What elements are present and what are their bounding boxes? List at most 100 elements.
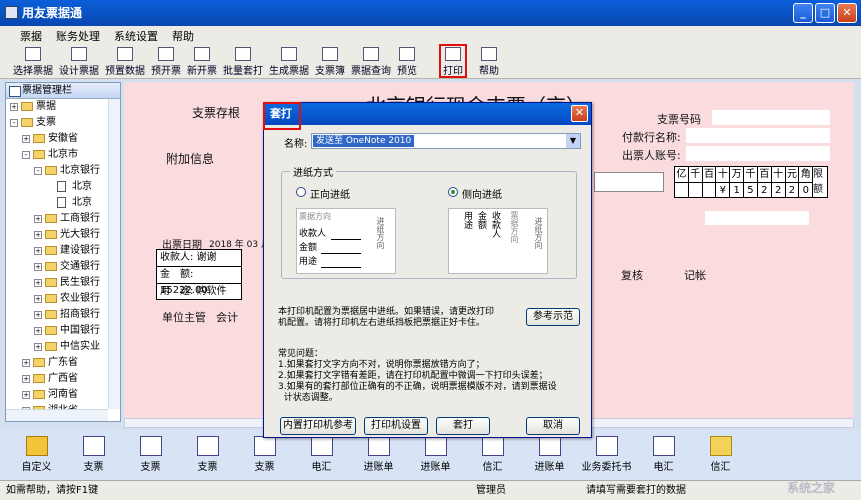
toolbar-button-3[interactable]: 预开票 (148, 45, 184, 77)
toolbar-button-label: 批量套打 (223, 66, 263, 77)
toolbar: 选择票据 设计票据 预置数据 预开票 新开票 批量套打 生成票据 支票簿 票据查询 预览 打印 帮助 (0, 44, 861, 79)
side-amount-label: 金额 (476, 211, 486, 229)
amount-digit-cell: 2 (758, 183, 772, 198)
menu-item-settings[interactable]: 系统设置 (114, 28, 158, 44)
amount-words-field[interactable] (594, 172, 664, 192)
amount-header-cell: 万 (730, 167, 745, 183)
builtin-printer-button[interactable]: 内置打印机参考 (280, 417, 356, 435)
toolbar-button-8[interactable]: 票据查询 (348, 45, 394, 77)
drawer-account-field[interactable] (686, 146, 830, 161)
printer-settings-button[interactable]: 打印机设置 (364, 417, 428, 435)
tree-item[interactable]: - 北京市 (6, 147, 120, 163)
payer-bank-field[interactable] (686, 128, 830, 143)
expand-icon[interactable]: + (34, 311, 42, 319)
cancel-button[interactable]: 取消 (526, 417, 580, 435)
collapse-icon[interactable]: - (22, 151, 30, 159)
template-button-12[interactable]: 信汇 (692, 430, 749, 480)
folder-icon (33, 150, 45, 159)
wire-transfer-icon (652, 436, 675, 456)
tree-item[interactable]: + 票据 (6, 99, 120, 115)
preview-icon (399, 47, 415, 61)
expand-icon[interactable]: + (34, 327, 42, 335)
tree-item[interactable]: + 民生银行 (6, 275, 120, 291)
feed-side-label[interactable]: 侧向进纸 (462, 186, 502, 201)
tree-item[interactable]: + 中信实业 (6, 339, 120, 355)
purpose-field[interactable] (705, 211, 809, 225)
expand-icon[interactable]: + (34, 295, 42, 303)
tree-item[interactable]: + 交通银行 (6, 259, 120, 275)
cheque-number-field[interactable] (712, 110, 830, 125)
toolbar-button-1[interactable]: 设计票据 (56, 45, 102, 77)
tree-item[interactable]: - 支票 (6, 115, 120, 131)
expand-icon[interactable]: + (22, 359, 30, 367)
expand-icon[interactable]: + (34, 343, 42, 351)
printer-name-label: 名称: (284, 139, 308, 150)
expand-icon[interactable]: + (34, 247, 42, 255)
tree-item[interactable]: + 中国银行 (6, 323, 120, 339)
tree-item[interactable]: + 招商银行 (6, 307, 120, 323)
tree-item[interactable]: + 农业银行 (6, 291, 120, 307)
expand-icon[interactable]: + (10, 103, 18, 111)
tree-item[interactable]: + 广西省 (6, 371, 120, 387)
tree-item-label: 建设银行 (60, 245, 100, 256)
toolbar-button-10[interactable]: 打印 (439, 44, 467, 78)
overlay-print-button[interactable]: 套打 (436, 417, 490, 435)
tree-item-label: 广西省 (48, 373, 78, 384)
tree-item[interactable]: 北京 (6, 179, 120, 195)
template-button-0[interactable]: 自定义 (8, 430, 65, 480)
template-button-11[interactable]: 电汇 (635, 430, 692, 480)
template-button-3[interactable]: 支票 (179, 430, 236, 480)
printer-select[interactable]: 发送至 OneNote 2010 ▼ (311, 133, 581, 149)
printer-selected-value: 发送至 OneNote 2010 (313, 135, 415, 147)
collapse-icon[interactable]: - (10, 119, 18, 127)
minimize-button[interactable]: _ (793, 3, 813, 23)
tree-item[interactable]: + 光大银行 (6, 227, 120, 243)
template-button-2[interactable]: 支票 (122, 430, 179, 480)
expand-icon[interactable]: + (34, 215, 42, 223)
folder-icon (33, 390, 45, 399)
tree-item[interactable]: + 建设银行 (6, 243, 120, 259)
amount-header-cell: 十 (716, 167, 731, 183)
feed-front-radio[interactable] (296, 187, 306, 197)
tree-item[interactable]: + 广东省 (6, 355, 120, 371)
expand-icon[interactable]: + (22, 375, 30, 383)
toolbar-button-2[interactable]: 预置数据 (102, 45, 148, 77)
dialog-close-button[interactable]: ✕ (571, 105, 588, 122)
expand-icon[interactable]: + (34, 279, 42, 287)
tree-item[interactable]: + 安徽省 (6, 131, 120, 147)
amount-digit-cell: 5 (744, 183, 758, 198)
expand-icon[interactable]: + (22, 391, 30, 399)
expand-icon[interactable]: + (22, 135, 30, 143)
tree-item[interactable]: - 北京银行 (6, 163, 120, 179)
batch-print-icon (235, 47, 251, 61)
horizontal-scrollbar[interactable] (6, 409, 108, 421)
status-hint: 请填写需要套打的数据 (586, 485, 686, 496)
bill-tree: + 票据 - 支票 + 安徽省 - 北京市 - 北京银行 北京 北京 + 工商银行 + 光大银行 + 建设银行 + 交… (6, 99, 120, 419)
demo-button[interactable]: 参考示范 (526, 308, 580, 326)
toolbar-button-7[interactable]: 支票簿 (312, 45, 348, 77)
menu-item-bills[interactable]: 票据 (20, 28, 42, 44)
vertical-scrollbar[interactable] (108, 99, 120, 409)
toolbar-button-11[interactable]: 帮助 (476, 45, 502, 77)
toolbar-button-0[interactable]: 选择票据 (10, 45, 56, 77)
close-button[interactable]: ✕ (837, 3, 857, 23)
tree-item[interactable]: 北京 (6, 195, 120, 211)
business-order-icon (595, 436, 618, 456)
toolbar-button-6[interactable]: 生成票据 (266, 45, 312, 77)
menu-item-help[interactable]: 帮助 (172, 28, 194, 44)
collapse-icon[interactable]: - (34, 167, 42, 175)
feed-side-radio[interactable] (448, 187, 458, 197)
tree-item[interactable]: + 河南省 (6, 387, 120, 403)
toolbar-button-9[interactable]: 预览 (394, 45, 420, 77)
feed-front-label[interactable]: 正向进纸 (310, 186, 350, 201)
cheque-icon (253, 436, 276, 456)
chevron-down-icon[interactable]: ▼ (566, 134, 580, 148)
tree-item[interactable]: + 工商银行 (6, 211, 120, 227)
toolbar-button-5[interactable]: 批量套打 (220, 45, 266, 77)
template-button-1[interactable]: 支票 (65, 430, 122, 480)
expand-icon[interactable]: + (34, 263, 42, 271)
maximize-button[interactable]: □ (815, 3, 835, 23)
expand-icon[interactable]: + (34, 231, 42, 239)
menu-item-accounting[interactable]: 账务处理 (56, 28, 100, 44)
toolbar-button-4[interactable]: 新开票 (184, 45, 220, 77)
